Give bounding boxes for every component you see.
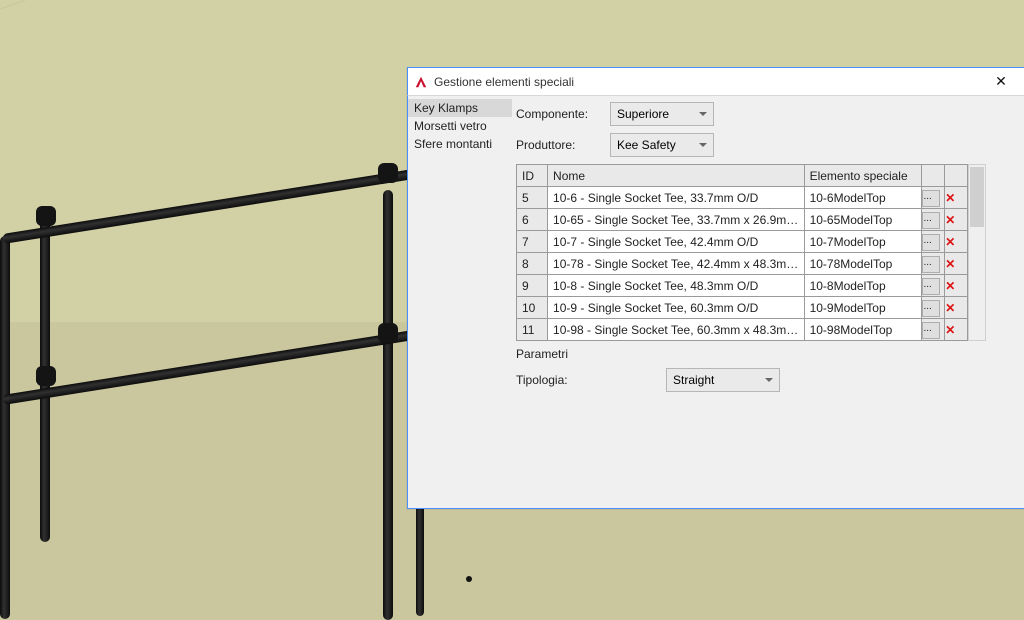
edit-button[interactable]: ... xyxy=(922,234,940,251)
edit-button[interactable]: ... xyxy=(922,322,940,339)
delete-button[interactable]: ✕ xyxy=(945,191,955,205)
sidebar-item-sfere-montanti[interactable]: Sfere montanti xyxy=(408,135,512,153)
parametri-label: Parametri xyxy=(516,347,1019,361)
table-row[interactable]: 7 10-7 - Single Socket Tee, 42.4mm O/D 1… xyxy=(517,231,968,253)
pipe-joint xyxy=(378,163,398,183)
autocad-icon xyxy=(414,75,428,89)
componente-dropdown[interactable]: Superiore xyxy=(610,102,714,126)
table-row[interactable]: 6 10-65 - Single Socket Tee, 33.7mm x 26… xyxy=(517,209,968,231)
category-list: Key Klamps Morsetti vetro Sfere montanti xyxy=(408,95,512,153)
componente-value: Superiore xyxy=(617,107,669,121)
pipe-top-rail xyxy=(2,168,418,244)
edit-button[interactable]: ... xyxy=(922,256,940,273)
pipe-joint xyxy=(378,323,398,343)
endpoint-marker xyxy=(466,576,472,582)
table-row[interactable]: 9 10-8 - Single Socket Tee, 48.3mm O/D 1… xyxy=(517,275,968,297)
scrollbar-thumb[interactable] xyxy=(970,167,984,227)
sidebar-item-morsetti-vetro[interactable]: Morsetti vetro xyxy=(408,117,512,135)
col-delete xyxy=(945,165,968,187)
dialog-title: Gestione elementi speciali xyxy=(434,75,574,89)
elements-table-wrap: ID Nome Elemento speciale 5 10-6 - Singl… xyxy=(516,164,1019,341)
tipologia-dropdown[interactable]: Straight xyxy=(666,368,780,392)
dialog-titlebar[interactable]: Gestione elementi speciali ✕ xyxy=(407,67,1024,96)
close-icon[interactable]: ✕ xyxy=(981,69,1021,95)
table-scrollbar[interactable] xyxy=(968,164,986,341)
elements-table: ID Nome Elemento speciale 5 10-6 - Singl… xyxy=(516,164,968,341)
edit-button[interactable]: ... xyxy=(922,278,940,295)
edit-button[interactable]: ... xyxy=(922,190,940,207)
produttore-dropdown[interactable]: Kee Safety xyxy=(610,133,714,157)
col-nome[interactable]: Nome xyxy=(548,165,805,187)
delete-button[interactable]: ✕ xyxy=(945,257,955,271)
table-row[interactable]: 11 10-98 - Single Socket Tee, 60.3mm x 4… xyxy=(517,319,968,341)
dialog-body: Componente: Superiore Produttore: Kee Sa… xyxy=(516,95,1019,502)
edit-button[interactable]: ... xyxy=(922,212,940,229)
pipe-vertical xyxy=(383,190,393,620)
pipe-vertical xyxy=(0,236,10,619)
dialog-gestione-elementi: Gestione elementi speciali ✕ Key Klamps … xyxy=(407,68,1024,509)
col-id[interactable]: ID xyxy=(517,165,548,187)
sidebar-item-key-klamps[interactable]: Key Klamps xyxy=(408,99,512,117)
pipe-joint xyxy=(36,366,56,386)
componente-label: Componente: xyxy=(516,107,610,121)
delete-button[interactable]: ✕ xyxy=(945,235,955,249)
tipologia-value: Straight xyxy=(673,373,714,387)
edit-button[interactable]: ... xyxy=(922,300,940,317)
col-elem[interactable]: Elemento speciale xyxy=(804,165,922,187)
delete-button[interactable]: ✕ xyxy=(945,279,955,293)
produttore-value: Kee Safety xyxy=(617,138,676,152)
delete-button[interactable]: ✕ xyxy=(945,323,955,337)
delete-button[interactable]: ✕ xyxy=(945,301,955,315)
tipologia-label: Tipologia: xyxy=(516,373,666,387)
col-edit xyxy=(922,165,945,187)
pipe-mid-rail xyxy=(2,329,418,405)
delete-button[interactable]: ✕ xyxy=(945,213,955,227)
table-row[interactable]: 8 10-78 - Single Socket Tee, 42.4mm x 48… xyxy=(517,253,968,275)
table-row[interactable]: 5 10-6 - Single Socket Tee, 33.7mm O/D 1… xyxy=(517,187,968,209)
table-row[interactable]: 10 10-9 - Single Socket Tee, 60.3mm O/D … xyxy=(517,297,968,319)
produttore-label: Produttore: xyxy=(516,138,610,152)
pipe-joint xyxy=(36,206,56,226)
